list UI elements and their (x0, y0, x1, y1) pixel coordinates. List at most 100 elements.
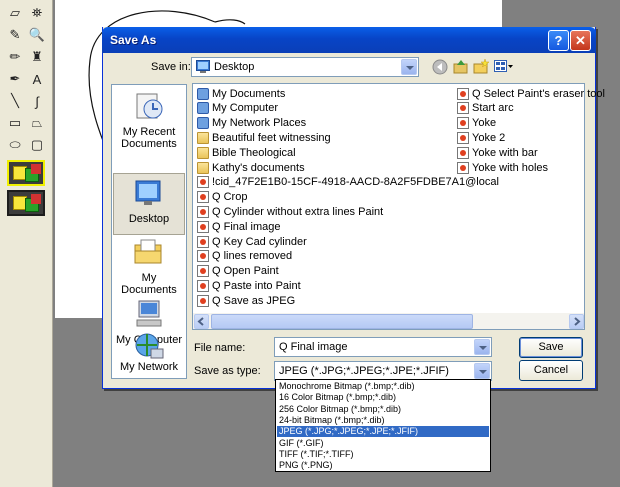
up-folder-icon[interactable] (452, 58, 470, 76)
airbrush-tool-icon[interactable]: ✒ (5, 69, 25, 89)
chevron-down-icon[interactable] (474, 363, 490, 379)
dialog-title: Save As (110, 33, 157, 47)
file-item[interactable]: Q Paste into Paint (197, 278, 301, 293)
place-my-network[interactable]: My Network (113, 333, 185, 379)
ellipse-tool-icon[interactable]: ⬭ (5, 135, 25, 155)
dialog-titlebar[interactable]: Save As ? ✕ (102, 27, 596, 53)
color-swatch-icon[interactable] (7, 160, 45, 186)
file-item[interactable]: Q Key Cad cylinder (197, 234, 307, 249)
scroll-left-button[interactable] (194, 314, 209, 329)
close-button[interactable]: ✕ (570, 30, 591, 51)
back-icon[interactable] (431, 58, 449, 76)
file-label: Q Save as JPEG (212, 294, 296, 307)
file-item[interactable]: Yoke (457, 116, 496, 131)
my-computer-icon (136, 300, 162, 327)
place-label: Desktop (128, 213, 170, 225)
rounded-rect-tool-icon[interactable]: ▢ (27, 135, 47, 155)
file-item[interactable]: My Network Places (197, 116, 306, 131)
new-folder-icon[interactable] (472, 58, 490, 76)
curve-tool-icon[interactable]: ∫ (27, 91, 47, 111)
eraser-tool-icon[interactable]: ▱ (5, 3, 25, 23)
image-file-icon (457, 87, 469, 100)
system-folder-icon (197, 102, 209, 115)
magnifier-tool-icon[interactable]: 🔍 (27, 25, 47, 45)
file-label: Q Final image (212, 220, 281, 233)
save-in-value: Desktop (214, 61, 255, 73)
polygon-tool-icon[interactable]: ⏢ (27, 113, 47, 133)
file-item[interactable]: My Documents (197, 86, 285, 101)
save-in-label: Save in: (151, 61, 191, 73)
save-type-option[interactable]: 24-bit Bitmap (*.bmp;*.dib) (277, 415, 489, 426)
chevron-down-icon[interactable] (474, 339, 490, 355)
file-name-input[interactable]: Q Final image (274, 337, 492, 357)
image-file-icon (197, 205, 209, 218)
file-item[interactable]: Beautiful feet witnessing (197, 130, 331, 145)
save-in-dropdown[interactable]: Desktop (191, 57, 419, 77)
desktop-icon (196, 60, 210, 73)
save-type-option[interactable]: 256 Color Bitmap (*.bmp;*.dib) (277, 404, 489, 415)
file-list[interactable]: My Documents My Computer My Network Places… (192, 83, 605, 329)
scroll-right-button[interactable] (569, 314, 584, 329)
file-item[interactable]: Q lines removed (197, 249, 292, 264)
file-item[interactable]: Q Cylinder without extra lines Paint (197, 204, 383, 219)
save-type-option[interactable]: Monochrome Bitmap (*.bmp;*.dib) (277, 381, 489, 392)
file-item[interactable]: My Computer (197, 101, 278, 116)
place-my-documents[interactable]: My Documents (113, 237, 185, 296)
place-label: My Recent Documents (121, 126, 177, 150)
brush-tool-icon[interactable]: ♜ (27, 47, 47, 67)
image-file-icon (197, 235, 209, 248)
file-label: Q Cylinder without extra lines Paint (212, 205, 384, 218)
file-item[interactable]: Q Final image (197, 219, 280, 234)
save-as-type-options: Monochrome Bitmap (*.bmp;*.dib) 16 Color … (275, 379, 491, 472)
picker-tool-icon[interactable]: ✎ (5, 25, 25, 45)
cancel-button[interactable]: Cancel (519, 360, 583, 381)
save-button[interactable]: Save (519, 337, 583, 358)
color-swatch-icon[interactable] (7, 190, 45, 216)
image-file-icon (197, 220, 209, 233)
file-label: Q Open Paint (212, 265, 279, 278)
file-name-label: File name: (194, 342, 246, 354)
image-file-icon (197, 191, 209, 204)
file-item[interactable]: Q Select Paint's eraser tool (457, 86, 605, 101)
file-item[interactable]: Yoke with holes (457, 160, 548, 175)
file-item[interactable]: Yoke 2 (457, 130, 505, 145)
place-desktop[interactable]: Desktop (113, 173, 185, 235)
image-file-icon (197, 265, 209, 278)
save-type-option[interactable]: TIFF (*.TIF;*.TIFF) (277, 449, 489, 460)
save-type-option[interactable]: PNG (*.PNG) (277, 460, 489, 471)
file-item[interactable]: Q Save as JPEG (197, 293, 295, 308)
place-recent-documents[interactable]: My Recent Documents (113, 91, 185, 150)
pencil-tool-icon[interactable]: ✏ (5, 47, 25, 67)
horizontal-scrollbar[interactable] (192, 313, 585, 330)
view-menu-icon[interactable] (493, 58, 515, 76)
image-file-icon (197, 279, 209, 292)
chevron-down-icon[interactable] (401, 59, 417, 75)
file-item[interactable]: !cid_47F2E1B0-15CF-4918-AACD-8A2F5FDBE7A… (197, 175, 499, 190)
file-item[interactable]: Bible Theological (197, 145, 296, 160)
file-item[interactable]: Yoke with bar (457, 145, 538, 160)
help-button[interactable]: ? (548, 30, 569, 51)
save-as-type-value: JPEG (*.JPG;*.JPEG;*.JPE;*.JFIF) (279, 365, 449, 377)
fill-tool-icon[interactable]: ⛯ (27, 3, 47, 23)
file-label: !cid_47F2E1B0-15CF-4918-AACD-8A2F5FDBE7A… (212, 176, 499, 189)
scrollbar-thumb[interactable] (211, 314, 473, 329)
text-tool-icon[interactable]: A (27, 69, 47, 89)
image-file-icon (457, 131, 469, 144)
file-item[interactable]: Start arc (457, 101, 514, 116)
file-label: My Documents (212, 87, 286, 100)
file-item[interactable]: Kathy's documents (197, 160, 305, 175)
file-item[interactable]: Q Crop (197, 190, 247, 205)
save-type-option[interactable]: GIF (*.GIF) (277, 438, 489, 449)
rectangle-tool-icon[interactable]: ▭ (5, 113, 25, 133)
folder-icon (197, 146, 209, 159)
save-type-option[interactable]: JPEG (*.JPG;*.JPEG;*.JPE;*.JFIF) (277, 426, 489, 438)
file-item[interactable]: Q Open Paint (197, 264, 279, 279)
file-label: Q Key Cad cylinder (212, 235, 307, 248)
save-as-dialog: Save As ? ✕ Save in: Desktop My Recent D… (102, 27, 605, 389)
image-file-icon (457, 117, 469, 130)
my-documents-icon (134, 239, 162, 264)
file-label: Kathy's documents (212, 161, 305, 174)
save-type-option[interactable]: 16 Color Bitmap (*.bmp;*.dib) (277, 392, 489, 403)
line-tool-icon[interactable]: ╲ (5, 91, 25, 111)
save-as-type-dropdown[interactable]: JPEG (*.JPG;*.JPEG;*.JPE;*.JFIF) (274, 361, 492, 381)
